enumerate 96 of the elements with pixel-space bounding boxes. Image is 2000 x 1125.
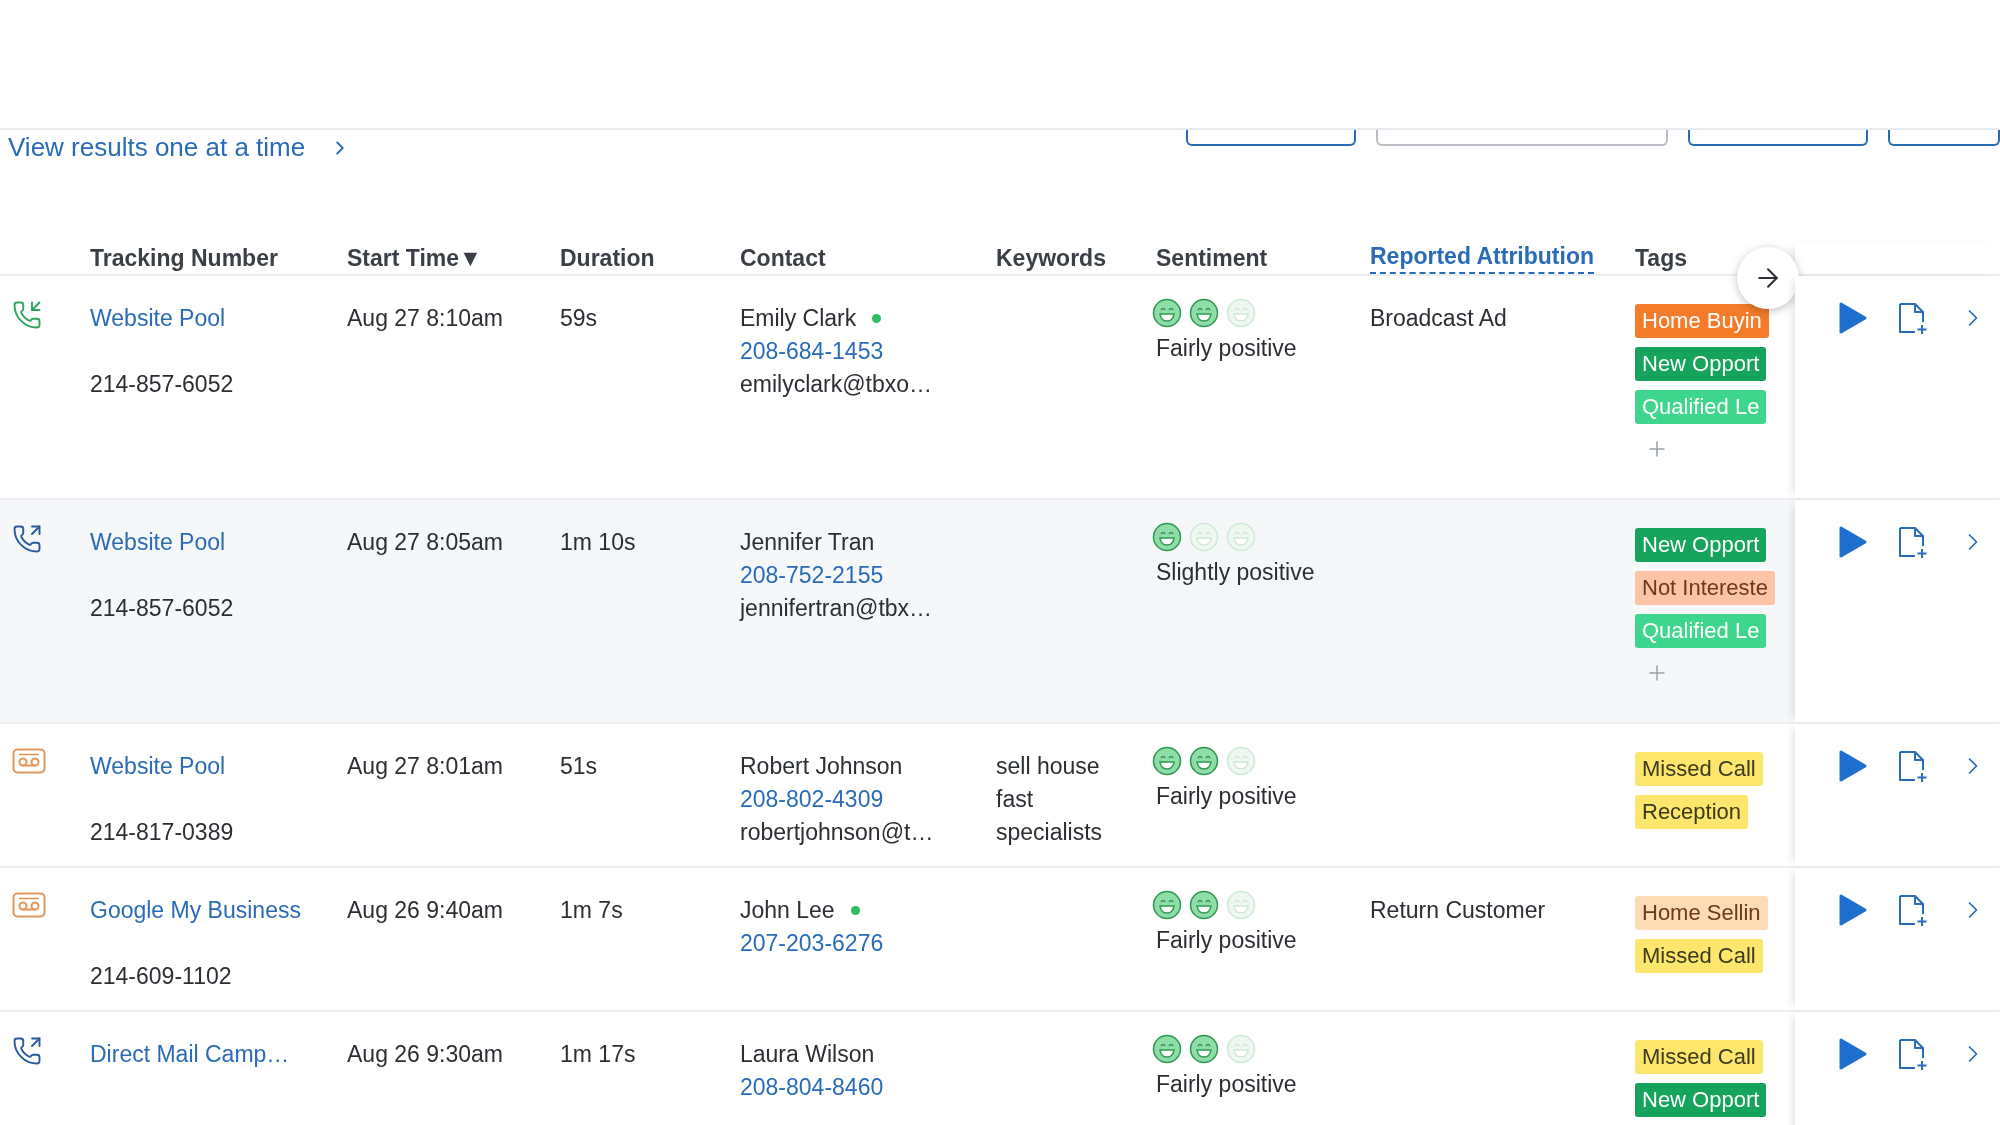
column-header[interactable]: Reported Attribution — [1370, 243, 1594, 274]
tracking-source-link[interactable]: Website Pool — [90, 526, 226, 559]
add-note-button[interactable] — [1897, 302, 1929, 336]
play-button[interactable] — [1839, 750, 1867, 782]
sentiment-label: Fairly positive — [1156, 334, 1297, 363]
duration: 59s — [560, 304, 598, 333]
tracking-number: 214-609-1102 — [90, 962, 232, 991]
contact-phone-link[interactable]: 208-752-2155 — [740, 559, 884, 592]
tag[interactable]: Missed Call — [1635, 1040, 1763, 1074]
outgoing-call-icon — [12, 524, 42, 554]
smiley-icon — [1226, 746, 1256, 776]
contact-name: Emily Clark — [740, 304, 857, 333]
smiley-icon — [1189, 522, 1219, 552]
smiley-icon — [1152, 522, 1182, 552]
tracking-source-link[interactable]: Direct Mail Camp… — [90, 1038, 290, 1071]
tracking-source-link[interactable]: Website Pool — [90, 750, 226, 783]
outgoing-call-icon — [12, 1036, 42, 1066]
smiley-icon — [1189, 1034, 1219, 1064]
column-header[interactable]: Tracking Number — [90, 245, 278, 272]
tag[interactable]: Missed Call — [1635, 752, 1763, 786]
column-header[interactable]: Keywords — [996, 245, 1106, 272]
smiley-icon — [1152, 298, 1182, 328]
tag[interactable]: Missed Call — [1635, 939, 1763, 973]
voicemail-icon — [12, 748, 46, 774]
add-note-button[interactable] — [1897, 750, 1929, 784]
column-header[interactable]: Sentiment — [1156, 245, 1268, 272]
toolbar-button[interactable] — [1186, 130, 1356, 146]
contact-phone-link[interactable]: 207-203-6276 — [740, 927, 884, 960]
contact-name: Jennifer Tran — [740, 528, 875, 557]
incoming-call-icon — [12, 300, 42, 330]
smiley-icon — [1152, 890, 1182, 920]
tag[interactable]: New Opport — [1635, 528, 1767, 562]
toolbar-button[interactable] — [1688, 130, 1868, 146]
contact-email: robertjohnson@t… — [740, 818, 934, 847]
smiley-icon — [1189, 746, 1219, 776]
smiley-icon — [1152, 1034, 1182, 1064]
column-header[interactable]: Duration — [560, 245, 655, 272]
tag[interactable]: Reception — [1635, 795, 1749, 829]
duration: 51s — [560, 752, 598, 781]
duration: 1m 7s — [560, 896, 623, 925]
smiley-icon — [1226, 890, 1256, 920]
smiley-icon — [1189, 890, 1219, 920]
contact-name: John Lee — [740, 896, 835, 925]
smiley-icon — [1226, 522, 1256, 552]
tracking-source-link[interactable]: Website Pool — [90, 302, 226, 335]
tag[interactable]: Not Intereste — [1635, 571, 1775, 605]
add-note-button[interactable] — [1897, 1038, 1929, 1072]
column-header[interactable]: Contact — [740, 245, 826, 272]
add-note-button[interactable] — [1897, 526, 1929, 560]
smiley-icon — [1226, 298, 1256, 328]
tracking-number: 214-857-6052 — [90, 594, 234, 623]
play-button[interactable] — [1839, 1038, 1867, 1070]
tracking-number: 214-857-6052 — [90, 370, 234, 399]
scroll-right-button[interactable] — [1737, 247, 1799, 309]
call-row[interactable]: Google My Business 214-609-1102 Aug 26 9:40am 1m 7s John Lee 207-203-6276 Fairly positive Return Customer Home Sellin Missed Call — [0, 868, 2000, 1012]
column-header[interactable]: Start Time▼ — [347, 245, 482, 272]
contact-phone-link[interactable]: 208-804-8460 — [740, 1071, 884, 1104]
contact-email: jennifertran@tbx… — [740, 594, 933, 623]
duration: 1m 10s — [560, 528, 636, 557]
voicemail-icon — [12, 892, 46, 918]
add-note-button[interactable] — [1897, 894, 1929, 928]
call-row[interactable]: Website Pool 214-817-0389 Aug 27 8:01am 51s Robert Johnson 208-802-4309 robertjohnson@t… sell house fast specialists Fairly positive Missed Call Reception — [0, 724, 2000, 868]
start-time: Aug 27 8:05am — [347, 528, 503, 557]
contact-name: Robert Johnson — [740, 752, 903, 781]
play-button[interactable] — [1839, 526, 1867, 558]
contact-phone-link[interactable]: 208-684-1453 — [740, 335, 884, 368]
play-button[interactable] — [1839, 894, 1867, 926]
start-time: Aug 26 9:40am — [347, 896, 503, 925]
keywords: sell house fast specialists — [996, 752, 1104, 847]
contact-phone-link[interactable]: 208-802-4309 — [740, 783, 884, 816]
play-button[interactable] — [1839, 302, 1867, 334]
view-results-link[interactable]: View results one at a time — [8, 130, 352, 163]
sentiment-label: Fairly positive — [1156, 782, 1297, 811]
tag[interactable]: Home Sellin — [1635, 896, 1768, 930]
start-time: Aug 26 9:30am — [347, 1040, 503, 1069]
tracking-source-link[interactable]: Google My Business — [90, 894, 301, 927]
tracking-number: 214-817-0389 — [90, 818, 234, 847]
contact-name: Laura Wilson — [740, 1040, 875, 1069]
duration: 1m 17s — [560, 1040, 636, 1069]
start-time: Aug 27 8:01am — [347, 752, 503, 781]
attribution: Return Customer — [1370, 896, 1546, 925]
contact-email: emilyclark@tbxo… — [740, 370, 933, 399]
sentiment-label: Slightly positive — [1156, 558, 1315, 587]
tag[interactable]: New Opport — [1635, 1083, 1767, 1117]
attribution: Broadcast Ad — [1370, 304, 1507, 333]
smiley-icon — [1189, 298, 1219, 328]
sentiment-label: Fairly positive — [1156, 926, 1297, 955]
column-header[interactable]: Tags — [1635, 245, 1687, 272]
toolbar-button[interactable] — [1888, 130, 2000, 146]
smiley-icon — [1226, 1034, 1256, 1064]
call-row[interactable]: Website Pool 214-857-6052 Aug 27 8:05am 1m 10s Jennifer Tran 208-752-2155 jennifertran@tbx… Slightly positive New Opport Not Intereste Qualified Le — [0, 500, 2000, 724]
smiley-icon — [1152, 746, 1182, 776]
start-time: Aug 27 8:10am — [347, 304, 503, 333]
tag[interactable]: New Opport — [1635, 347, 1767, 381]
call-row[interactable]: Website Pool 214-857-6052 Aug 27 8:10am 59s Emily Clark 208-684-1453 emilyclark@tbxo… Fairly positive Broadcast Ad Home Buyin New Opport Qualified Le — [0, 276, 2000, 500]
sentiment-label: Fairly positive — [1156, 1070, 1297, 1099]
